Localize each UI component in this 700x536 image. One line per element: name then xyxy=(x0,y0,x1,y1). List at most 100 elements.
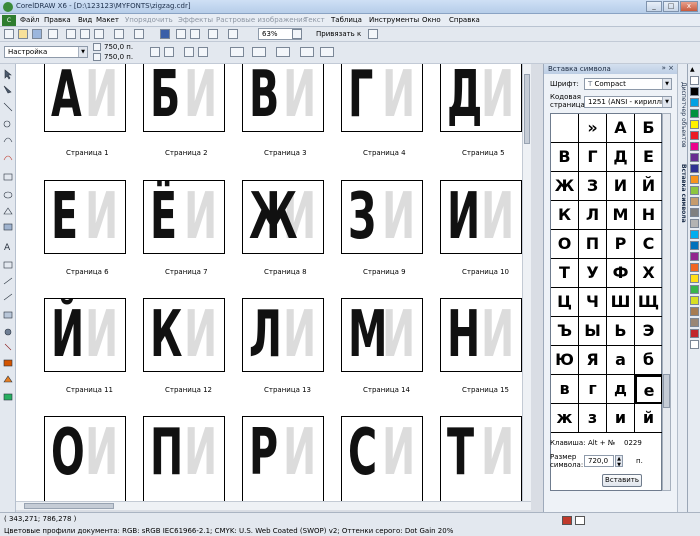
color-swatch[interactable] xyxy=(690,120,699,129)
open-folder-icon[interactable] xyxy=(18,29,28,39)
page-label[interactable]: Страница 13 xyxy=(264,386,311,394)
outline-tool-icon[interactable] xyxy=(3,359,13,367)
menu-tools[interactable]: Инструменты xyxy=(369,16,419,24)
color-swatch[interactable] xyxy=(690,153,699,162)
color-swatch[interactable] xyxy=(690,109,699,118)
scroll-thumb[interactable] xyxy=(524,74,530,144)
character-cell[interactable] xyxy=(551,114,579,143)
eyedropper-tool-icon[interactable] xyxy=(4,343,12,351)
dimension-tool-icon[interactable] xyxy=(3,277,13,285)
character-cell[interactable]: в xyxy=(551,375,579,404)
character-cell[interactable]: У xyxy=(579,259,607,288)
character-cell[interactable]: б xyxy=(635,346,663,375)
page-thumbnail[interactable]: ИО xyxy=(44,416,126,501)
character-cell[interactable]: Ц xyxy=(551,288,579,317)
character-grid[interactable]: » А Б В Г Д Е Ж З И Й К Л М Н О П Р С Т У Ф Х Ц Ч Ш Щ Ъ Ы Ь Э Ю Яа б в г д е ж… xyxy=(550,113,663,491)
color-swatch[interactable] xyxy=(690,296,699,305)
page-preset-select[interactable]: Настройка ▼ xyxy=(4,46,88,58)
color-swatch[interactable] xyxy=(690,329,699,338)
color-swatch[interactable] xyxy=(690,263,699,272)
page-label[interactable]: Страница 10 xyxy=(462,268,509,276)
color-swatch[interactable] xyxy=(690,186,699,195)
character-cell[interactable]: и xyxy=(607,404,635,433)
character-cell[interactable]: ж xyxy=(551,404,579,433)
text-tool-icon[interactable]: A xyxy=(4,243,11,253)
redo-icon[interactable] xyxy=(134,29,144,39)
color-swatch[interactable] xyxy=(690,98,699,107)
character-cell[interactable]: Ф xyxy=(607,259,635,288)
character-cell[interactable]: А xyxy=(607,114,635,143)
character-cell[interactable]: Н xyxy=(635,201,663,230)
color-swatch[interactable] xyxy=(690,307,699,316)
pick-tool-icon[interactable] xyxy=(4,69,12,80)
copy-icon[interactable] xyxy=(80,29,90,39)
menu-view[interactable]: Вид xyxy=(78,16,92,24)
character-cell[interactable]: Т xyxy=(551,259,579,288)
outline-indicator-icon[interactable] xyxy=(575,516,585,525)
character-cell[interactable]: » xyxy=(579,114,607,143)
page-thumbnail[interactable]: ИР xyxy=(242,416,324,501)
menu-bitmaps[interactable]: Растровые изображения xyxy=(216,16,307,24)
page-label[interactable]: Страница 15 xyxy=(462,386,509,394)
color-swatch[interactable] xyxy=(690,318,699,327)
docker-close-icon[interactable]: » × xyxy=(662,64,674,72)
page-label[interactable]: Страница 9 xyxy=(363,268,406,276)
character-cell[interactable]: Ъ xyxy=(551,317,579,346)
page-label[interactable]: Страница 12 xyxy=(165,386,212,394)
blend-tool-icon[interactable] xyxy=(3,311,13,319)
page-label[interactable]: Страница 14 xyxy=(363,386,410,394)
character-cell[interactable]: Ч xyxy=(579,288,607,317)
page-label[interactable]: Страница 11 xyxy=(66,386,113,394)
page-thumbnail[interactable]: ИЙ xyxy=(44,298,126,372)
color-swatch[interactable] xyxy=(690,252,699,261)
snap-to-dropdown[interactable]: Привязать к xyxy=(316,30,361,38)
page-label[interactable]: Страница 6 xyxy=(66,268,109,276)
character-cell[interactable]: й xyxy=(635,404,663,433)
character-grid-scrollbar[interactable] xyxy=(662,113,671,491)
page-thumbnail[interactable]: ИЗ xyxy=(341,180,423,254)
ellipse-tool-icon[interactable] xyxy=(3,191,13,199)
app-launcher-icon[interactable] xyxy=(208,29,218,39)
table-tool-icon[interactable] xyxy=(3,261,13,269)
tab-object-manager[interactable]: Диспетчер объектов xyxy=(679,82,687,148)
undo-icon[interactable] xyxy=(114,29,124,39)
page-label[interactable]: Страница 2 xyxy=(165,149,208,157)
page-label[interactable]: Страница 1 xyxy=(66,149,109,157)
page-label[interactable]: Страница 3 xyxy=(264,149,307,157)
character-cell[interactable]: Л xyxy=(579,201,607,230)
crop-tool-icon[interactable] xyxy=(3,102,13,112)
color-swatch[interactable] xyxy=(690,87,699,96)
page-thumbnail[interactable]: ИН xyxy=(440,298,522,372)
character-cell[interactable]: Ы xyxy=(579,317,607,346)
color-swatch[interactable] xyxy=(690,285,699,294)
font-select[interactable]: T Compact ▼ xyxy=(584,78,672,90)
nudge-icon[interactable] xyxy=(252,47,266,57)
fill-tool-icon[interactable] xyxy=(3,375,13,383)
character-cell[interactable]: Д xyxy=(607,143,635,172)
character-size-input[interactable]: 720,0 xyxy=(584,455,614,467)
codepage-select[interactable]: 1251 (ANSI - кириллица) ▼ xyxy=(584,96,672,108)
color-swatch[interactable] xyxy=(690,219,699,228)
page-thumbnail[interactable]: ИБ xyxy=(143,64,225,132)
landscape-icon[interactable] xyxy=(164,47,174,57)
color-swatch[interactable] xyxy=(690,241,699,250)
character-cell[interactable]: Г xyxy=(579,143,607,172)
polygon-tool-icon[interactable] xyxy=(3,207,13,215)
menu-edit[interactable]: Правка xyxy=(44,16,71,24)
portrait-icon[interactable] xyxy=(150,47,160,57)
search-content-icon[interactable] xyxy=(160,29,170,39)
full-screen-icon[interactable] xyxy=(292,29,302,39)
character-cell[interactable]: Р xyxy=(607,230,635,259)
page-width-field[interactable]: 750,0 п. xyxy=(104,43,133,51)
character-cell[interactable]: О xyxy=(551,230,579,259)
page-label[interactable]: Страница 7 xyxy=(165,268,208,276)
character-cell[interactable]: Е xyxy=(635,143,663,172)
freehand-tool-icon[interactable] xyxy=(3,137,13,143)
menu-effects[interactable]: Эффекты xyxy=(178,16,213,24)
character-cell[interactable]: Э xyxy=(635,317,663,346)
character-cell[interactable]: е xyxy=(635,375,663,404)
color-swatch[interactable] xyxy=(690,76,699,85)
palette-scroll-up-icon[interactable]: ▲ xyxy=(690,66,695,73)
page-height-field[interactable]: 750,0 п. xyxy=(104,53,133,61)
page-label[interactable]: Страница 5 xyxy=(462,149,505,157)
